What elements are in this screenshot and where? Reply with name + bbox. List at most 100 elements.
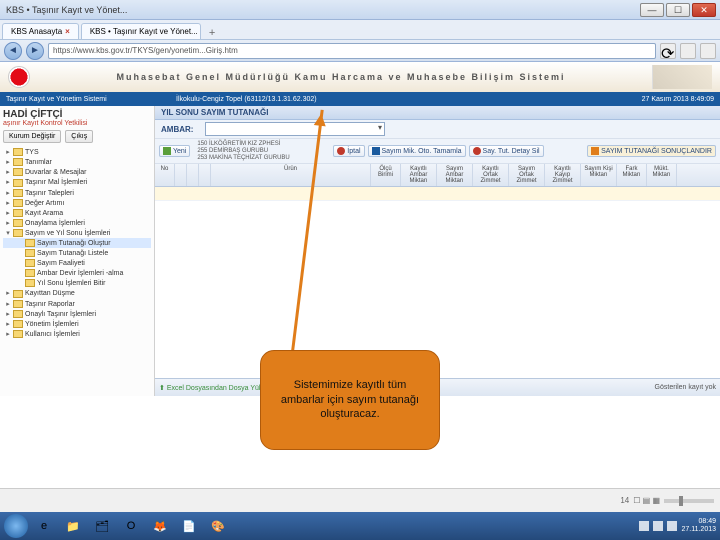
ambar-dropdown[interactable]	[205, 122, 385, 136]
finalize-button[interactable]: SAYIM TUTANAĞI SONUÇLANDIR	[587, 145, 716, 157]
clock[interactable]: 08:49 27.11.2013	[681, 518, 716, 533]
column-header[interactable]: Ölçü Birimi	[371, 164, 401, 186]
taskbar-item[interactable]: 📄	[176, 515, 202, 537]
new-button[interactable]: Yeni	[159, 145, 190, 157]
column-header[interactable]: Ürün	[211, 164, 371, 186]
tree-node[interactable]: Sayım Faaliyeti	[3, 258, 151, 268]
logout-button[interactable]: Çıkış	[65, 130, 93, 143]
plus-icon	[163, 147, 171, 155]
tree-node[interactable]: ▸Onaylama İşlemleri	[3, 218, 151, 228]
tree-node[interactable]: ▸Yönetim İşlemleri	[3, 319, 151, 329]
column-header[interactable]: Kayıtlı Ambar Miktarı	[401, 164, 437, 186]
action-toolbar: Yeni 150 İLKÖĞRETİM KIZ ZPHESİ 255 DEMİR…	[155, 139, 720, 164]
auto-complete-button[interactable]: Sayım Mik. Oto. Tamamla	[368, 145, 466, 157]
view-buttons[interactable]: ☐ ▤ ▦	[633, 496, 660, 505]
callout-text: Sistemimize kayıtlı tüm ambarlar için sa…	[271, 378, 429, 423]
window-title: KBS • Taşınır Kayıt ve Yönet...	[0, 5, 636, 15]
user-name: HADİ ÇİFTÇİ	[3, 109, 151, 120]
record-info: Gösterilen kayıt yok	[655, 384, 716, 391]
column-header[interactable]	[175, 164, 187, 186]
main-panel: YIL SONU SAYIM TUTANAĞI AMBAR: Yeni 150 …	[155, 106, 720, 396]
tree-node[interactable]: ▸Kayıt Arama	[3, 208, 151, 218]
new-tab-button[interactable]: +	[203, 27, 221, 39]
column-header[interactable]: Sayım Ortak Zimmet	[509, 164, 545, 186]
nav-tree: ▸TYS▸Tanımlar▸Duvarlar & Mesajlar▸Taşını…	[3, 147, 151, 339]
cancel-button[interactable]: İptal	[333, 145, 364, 157]
tree-node[interactable]: ▸TYS	[3, 147, 151, 157]
data-grid: NoÜrünÖlçü BirimiKayıtlı Ambar MiktarıSa…	[155, 164, 720, 378]
change-org-button[interactable]: Kurum Değiştir	[3, 130, 61, 143]
column-header[interactable]: Sayım Ambar Miktarı	[437, 164, 473, 186]
banner-image	[652, 65, 712, 89]
column-header[interactable]: Sayım Kişi Miktarı	[581, 164, 617, 186]
browser-tab[interactable]: KBS Anasayta ×	[2, 23, 79, 39]
sidebar: HADİ ÇİFTÇİ aşınır Kayıt Kontrol Yetkili…	[0, 106, 155, 396]
back-button[interactable]: ◄	[4, 42, 22, 60]
tree-node[interactable]: ▾Sayım ve Yıl Sonu İşlemleri	[3, 228, 151, 238]
tree-node[interactable]: ▸Kayıttan Düşme	[3, 288, 151, 298]
user-role: aşınır Kayıt Kontrol Yetkilisi	[3, 120, 151, 127]
delete-icon	[473, 147, 481, 155]
address-bar[interactable]: https://www.kbs.gov.tr/TKYS/gen/yonetim.…	[48, 43, 656, 59]
window-minimize-button[interactable]: —	[640, 3, 664, 17]
tree-node[interactable]: Sayım Tutanağı Oluştur	[3, 238, 151, 248]
column-header[interactable]: Mükt. Miktarı	[647, 164, 677, 186]
hint-line: 150 İLKÖĞRETİM KIZ ZPHESİ	[197, 141, 289, 147]
tree-node[interactable]: ▸Tanımlar	[3, 157, 151, 167]
tree-node[interactable]: ▸Taşınır Mal İşlemleri	[3, 177, 151, 187]
taskbar-item[interactable]: O	[118, 515, 144, 537]
tree-node[interactable]: ▸Değer Artımı	[3, 198, 151, 208]
browser-tab[interactable]: KBS • Taşınır Kayıt ve Yönet... ×	[81, 23, 201, 39]
column-header[interactable]: Kayıtlı Kayıp Zimmet	[545, 164, 581, 186]
grid-row[interactable]	[155, 187, 720, 201]
taskbar-item[interactable]: e	[31, 515, 57, 537]
taskbar-item[interactable]: 🎨	[205, 515, 231, 537]
tray-icon[interactable]	[653, 521, 663, 531]
column-header[interactable]: Fark Miktarı	[617, 164, 647, 186]
system-tray[interactable]: 08:49 27.11.2013	[639, 518, 716, 533]
taskbar-item[interactable]: 📁	[60, 515, 86, 537]
start-button[interactable]	[4, 514, 28, 538]
callout-bubble: Sistemimize kayıtlı tüm ambarlar için sa…	[260, 350, 440, 450]
tree-node[interactable]: Ambar Devir İşlemleri -alma	[3, 268, 151, 278]
home-button[interactable]	[680, 43, 696, 59]
hint-line: 253 MAKİNA TEÇHİZAT GURUBU	[197, 155, 289, 161]
taskbar-item[interactable]: 🗂	[89, 515, 115, 537]
column-header[interactable]	[199, 164, 211, 186]
browser-menu-button[interactable]	[700, 43, 716, 59]
tree-node[interactable]: ▸Onaylı Taşınır İşlemleri	[3, 309, 151, 319]
tree-node[interactable]: Yıl Sonu İşlemleri Bitir	[3, 278, 151, 288]
browser-tabstrip: KBS Anasayta × KBS • Taşınır Kayıt ve Yö…	[0, 20, 720, 40]
cancel-icon	[337, 147, 345, 155]
reload-button[interactable]: ⟳	[660, 43, 676, 59]
context-bar: Taşınır Kayıt ve Yönetim Sistemi İlkokul…	[0, 92, 720, 106]
tree-node[interactable]: Sayım Tutanağı Listele	[3, 248, 151, 258]
window-close-button[interactable]: ✕	[692, 3, 716, 17]
column-header[interactable]: No	[155, 164, 175, 186]
column-header[interactable]: Kayıtlı Ortak Zimmet	[473, 164, 509, 186]
site-banner: Muhasebat Genel Müdürlüğü Kamu Harcama v…	[0, 62, 720, 92]
window-maximize-button[interactable]: ☐	[666, 3, 690, 17]
taskbar-item[interactable]: 🦊	[147, 515, 173, 537]
tree-node[interactable]: ▸Taşınır Raporlar	[3, 299, 151, 309]
window-titlebar: KBS • Taşınır Kayıt ve Yönet... — ☐ ✕	[0, 0, 720, 20]
forward-button[interactable]: ►	[26, 42, 44, 60]
zoom-slider[interactable]	[664, 499, 714, 503]
auto-icon	[372, 147, 380, 155]
panel-title: YIL SONU SAYIM TUTANAĞI	[155, 106, 720, 120]
flag-icon	[8, 66, 30, 88]
browser-toolbar: ◄ ► https://www.kbs.gov.tr/TKYS/gen/yone…	[0, 40, 720, 62]
tree-node[interactable]: ▸Duvarlar & Mesajlar	[3, 167, 151, 177]
tab-close-icon[interactable]: ×	[65, 27, 70, 36]
tree-node[interactable]: ▸Taşınır Talepleri	[3, 188, 151, 198]
slide-number: 14	[620, 496, 629, 505]
tray-icon[interactable]	[667, 521, 677, 531]
column-header[interactable]	[187, 164, 199, 186]
tray-icon[interactable]	[639, 521, 649, 531]
tab-label: KBS Anasayta	[11, 27, 62, 36]
server-time: 27 Kasım 2013 8:49:09	[642, 96, 714, 103]
banner-title: Muhasebat Genel Müdürlüğü Kamu Harcama v…	[30, 72, 652, 82]
presentation-statusbar: 14 ☐ ▤ ▦	[0, 488, 720, 512]
delete-detail-button[interactable]: Say. Tut. Detay Sil	[469, 145, 544, 157]
tree-node[interactable]: ▸Kullanıcı İşlemleri	[3, 329, 151, 339]
